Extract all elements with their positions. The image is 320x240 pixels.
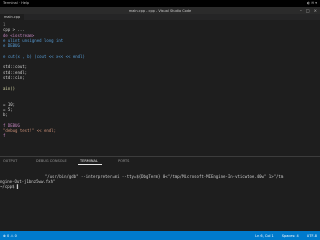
system-top-bar: Terminal · Help ◐ ✉ ▾	[0, 0, 320, 7]
code-line: e DEBUG	[3, 43, 20, 49]
minimize-icon[interactable]: –	[300, 8, 302, 13]
code-line: "debug test!" << endl;	[3, 128, 56, 133]
indentation[interactable]: Spaces: 4	[282, 234, 299, 238]
terminal[interactable]: "/usr/bin/gdb" --interpreter=mi --tty=${…	[0, 165, 320, 225]
encoding[interactable]: UTF-8	[307, 234, 317, 238]
system-tray[interactable]: ◐ ✉ ▾	[307, 1, 317, 5]
code-line: f	[3, 133, 6, 139]
tab-output[interactable]: OUTPUT	[3, 159, 17, 163]
problems-indicator[interactable]: ⊗ 0 ⚠ 0	[3, 234, 17, 238]
tab-ports[interactable]: PORTS	[118, 159, 129, 163]
code-line: cpp > ...	[3, 27, 25, 33]
code-line: f DEBUG	[3, 122, 20, 128]
status-bar: ⊗ 0 ⚠ 0 Ln 6, Col 1 Spaces: 4 UTF-8	[0, 231, 320, 240]
code-line: std::endl;	[3, 69, 28, 75]
code-line: std::cout;	[3, 64, 28, 70]
code-line: e ulint unsigned long int	[3, 37, 64, 43]
code-line: b;	[3, 112, 8, 118]
code-line: e cut(x , b) (cout << x<< << endl)	[3, 53, 85, 59]
status-right: Ln 6, Col 1 Spaces: 4 UTF-8	[255, 234, 317, 238]
code-line: = 5;	[3, 106, 13, 112]
code-line: std::cin;	[3, 75, 25, 80]
window-title-bar: main.cpp - cpp - Visual Studio Code – □ …	[0, 7, 320, 14]
code-line: = 10;	[3, 101, 16, 107]
code-line: ain()	[3, 85, 16, 91]
panel-tab-bar: OUTPUT DEBUG CONSOLE TERMINAL PORTS	[0, 157, 320, 165]
workspace-label[interactable]: Terminal · Help	[3, 1, 29, 5]
code-editor[interactable]: 1 cpp > ... de <iostream> e ulint unsigned …	[0, 20, 320, 156]
window-title: main.cpp - cpp - Visual Studio Code	[128, 8, 192, 13]
tab-debug-console[interactable]: DEBUG CONSOLE	[36, 159, 67, 163]
code-line: de <iostream>	[3, 32, 35, 38]
maximize-icon[interactable]: □	[306, 8, 310, 13]
cursor-position[interactable]: Ln 6, Col 1	[255, 234, 274, 238]
close-icon[interactable]: ×	[314, 8, 317, 13]
tab-terminal[interactable]: TERMINAL	[80, 159, 98, 163]
code-line: 1	[3, 22, 6, 27]
window-controls: – □ ×	[300, 8, 317, 13]
terminal-prompt: ~/cpp$ ▌	[0, 184, 20, 189]
